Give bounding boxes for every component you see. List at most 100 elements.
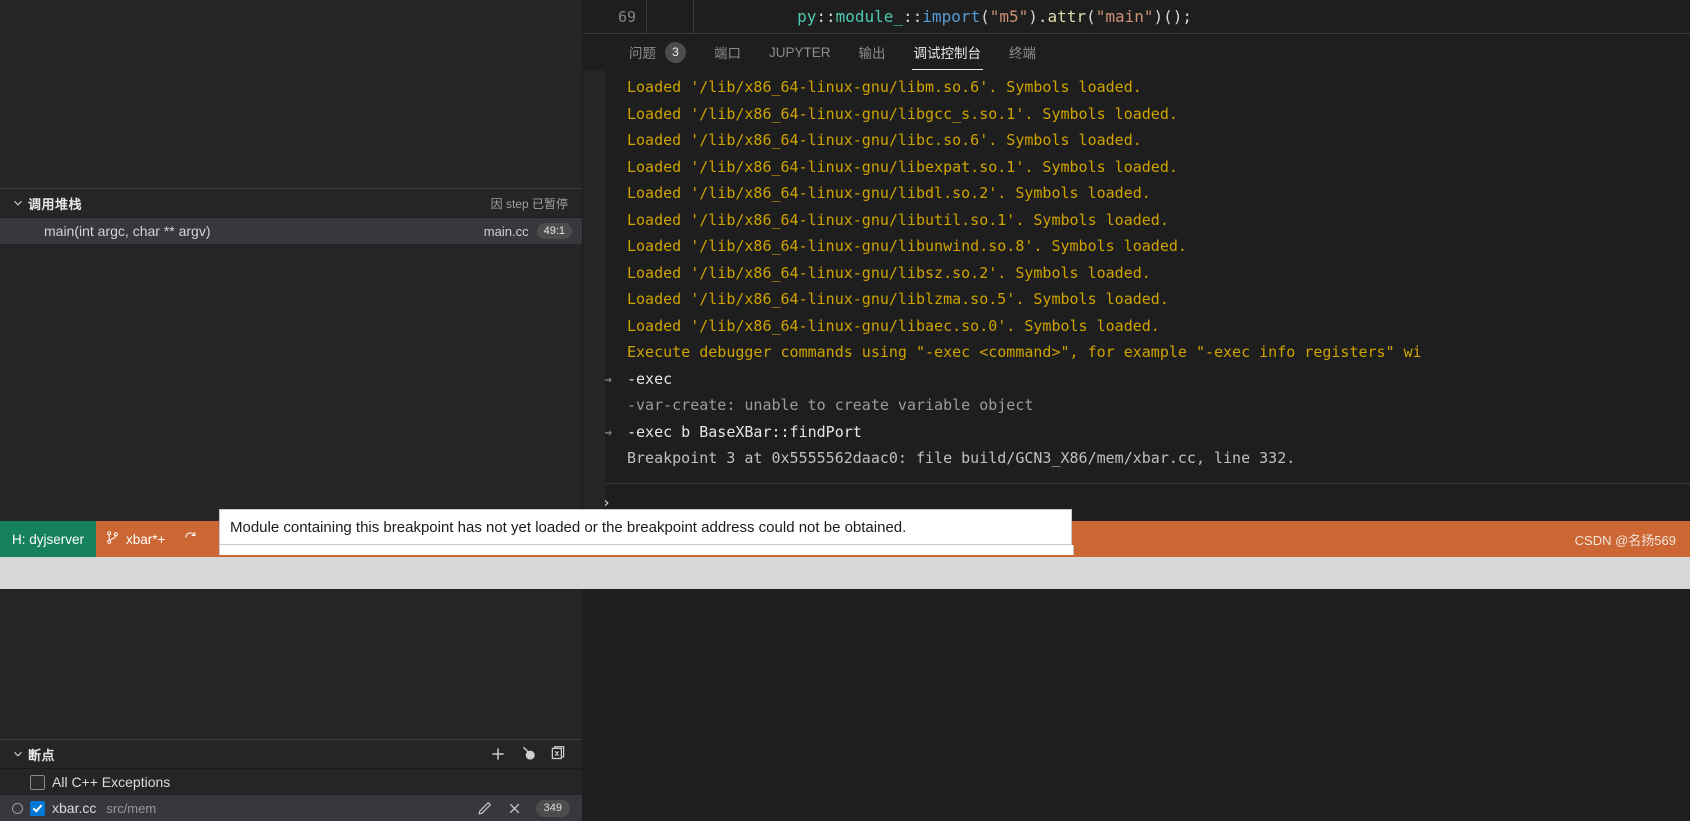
- chevron-down-icon[interactable]: [10, 195, 26, 211]
- console-line-text: Loaded '/lib/x86_64-linux-gnu/libunwind.…: [627, 237, 1187, 256]
- console-line-text: -exec: [627, 369, 673, 388]
- tab-problems[interactable]: 问题 3: [615, 34, 700, 70]
- breakpoint-checkbox[interactable]: [30, 774, 45, 790]
- breakpoints-list: All C++ Exceptions xbar.cc src/mem 349: [0, 769, 582, 821]
- panel-left-gutter: [583, 70, 605, 521]
- console-input-line: → -exec b BaseXBar::findPort: [583, 419, 1690, 446]
- git-branch-icon: [105, 530, 120, 548]
- console-line: Breakpoint 3 at 0x5555562daac0: file bui…: [583, 445, 1690, 472]
- tab-label: JUPYTER: [769, 44, 831, 60]
- editor-line-number: 69: [617, 7, 636, 26]
- console-line-text: Loaded '/lib/x86_64-linux-gnu/libutil.so…: [627, 210, 1169, 229]
- console-line-text: -exec b BaseXBar::findPort: [627, 422, 862, 441]
- console-line: Loaded '/lib/x86_64-linux-gnu/liblzma.so…: [583, 286, 1690, 313]
- console-line-text: Breakpoint 3 at 0x5555562daac0: file bui…: [627, 449, 1296, 468]
- console-line: Loaded '/lib/x86_64-linux-gnu/libgcc_s.s…: [583, 101, 1690, 128]
- csdn-watermark: CSDN @名扬569: [1575, 530, 1690, 549]
- vscode-window: 调用堆栈 因 step 已暂停 main(int argc, char ** a…: [0, 0, 1690, 821]
- console-line-text: Loaded '/lib/x86_64-linux-gnu/libsz.so.2…: [627, 263, 1151, 282]
- console-line: Loaded '/lib/x86_64-linux-gnu/libexpat.s…: [583, 154, 1690, 181]
- console-line: Loaded '/lib/x86_64-linux-gnu/libutil.so…: [583, 207, 1690, 234]
- sync-icon: [183, 530, 198, 548]
- tab-terminal[interactable]: 终端: [995, 34, 1050, 70]
- breakpoint-label: xbar.cc: [52, 800, 97, 816]
- callstack-empty-space: [0, 244, 582, 404]
- debug-sidebar: 调用堆栈 因 step 已暂停 main(int argc, char ** a…: [0, 0, 583, 821]
- tab-label: 端口: [714, 46, 741, 61]
- console-line-text: Loaded '/lib/x86_64-linux-gnu/libgcc_s.s…: [627, 104, 1178, 123]
- sidebar-upper-blank-area: [0, 0, 582, 188]
- console-input-line: → -exec: [583, 366, 1690, 393]
- toggle-activate-breakpoints-icon[interactable]: [518, 744, 538, 764]
- console-input-arrow-icon: →: [603, 369, 613, 388]
- add-breakpoint-icon[interactable]: [488, 744, 508, 764]
- breakpoint-warning-tooltip: Module containing this breakpoint has no…: [219, 509, 1072, 545]
- tab-debug-console[interactable]: 调试控制台: [900, 34, 996, 70]
- editor-and-panel: 69 py::module_::import("m5").attr("main"…: [583, 0, 1690, 521]
- branch-label: xbar*+: [126, 531, 166, 547]
- console-line: -var-create: unable to create variable o…: [583, 392, 1690, 419]
- console-line-text: Loaded '/lib/x86_64-linux-gnu/libaec.so.…: [627, 316, 1160, 335]
- breakpoint-unverified-icon: [12, 802, 23, 814]
- breakpoint-row-actions: 349: [476, 799, 582, 817]
- console-line-text: Loaded '/lib/x86_64-linux-gnu/libexpat.s…: [627, 157, 1178, 176]
- editor-code-line[interactable]: 69 py::module_::import("m5").attr("main"…: [583, 0, 1690, 34]
- breakpoint-label: All C++ Exceptions: [52, 774, 171, 790]
- breakpoint-item-all-cpp-exceptions[interactable]: All C++ Exceptions: [0, 769, 582, 795]
- callstack-section-header[interactable]: 调用堆栈 因 step 已暂停: [0, 188, 582, 218]
- editor-breakpoint-gutter[interactable]: [646, 0, 694, 34]
- console-line-text: -var-create: unable to create variable o…: [627, 396, 1034, 415]
- tab-label: 调试控制台: [913, 46, 982, 61]
- console-line: Loaded '/lib/x86_64-linux-gnu/libaec.so.…: [583, 313, 1690, 340]
- callstack-frame-file: main.cc: [483, 223, 529, 239]
- console-line-text: Loaded '/lib/x86_64-linux-gnu/libm.so.6'…: [627, 78, 1142, 97]
- problems-count-badge: 3: [665, 41, 686, 63]
- tab-label: 终端: [1009, 46, 1037, 61]
- console-line: Loaded '/lib/x86_64-linux-gnu/libsz.so.2…: [583, 260, 1690, 287]
- console-line: Execute debugger commands using "-exec <…: [583, 339, 1690, 366]
- console-line-text: Loaded '/lib/x86_64-linux-gnu/liblzma.so…: [627, 290, 1169, 309]
- callstack-header-right: 因 step 已暂停: [491, 195, 578, 212]
- callstack-title: 调用堆栈: [28, 196, 83, 212]
- console-line-text: Execute debugger commands using "-exec <…: [627, 343, 1422, 362]
- tab-label: 问题: [629, 46, 656, 61]
- tooltip-extension: [219, 545, 1074, 555]
- console-line: Loaded '/lib/x86_64-linux-gnu/libdl.so.2…: [583, 180, 1690, 207]
- remove-breakpoint-icon[interactable]: [506, 799, 524, 817]
- debug-console-output: Loaded '/lib/x86_64-linux-gnu/libm.so.6'…: [583, 70, 1690, 472]
- watermark-text: CSDN @名扬569: [1574, 532, 1676, 548]
- console-line: Loaded '/lib/x86_64-linux-gnu/libm.so.6'…: [583, 74, 1690, 101]
- breakpoints-title: 断点: [28, 747, 56, 763]
- callstack-body: main(int argc, char ** argv) main.cc 49:…: [0, 218, 582, 739]
- console-line: Loaded '/lib/x86_64-linux-gnu/libc.so.6'…: [583, 127, 1690, 154]
- callstack-frame-function: main(int argc, char ** argv): [44, 223, 211, 239]
- breakpoint-item-xbar[interactable]: xbar.cc src/mem 349: [0, 795, 582, 821]
- tab-output[interactable]: 输出: [845, 34, 900, 70]
- status-sync-changes[interactable]: [174, 521, 207, 557]
- breakpoints-section-header[interactable]: 断点: [0, 739, 582, 769]
- chevron-down-icon[interactable]: [10, 746, 26, 762]
- status-remote-indicator[interactable]: H: dyjserver: [0, 521, 97, 557]
- edit-condition-icon[interactable]: [476, 799, 494, 817]
- console-line-text: Loaded '/lib/x86_64-linux-gnu/libc.so.6'…: [627, 131, 1142, 150]
- console-line-text: Loaded '/lib/x86_64-linux-gnu/libdl.so.2…: [627, 184, 1151, 203]
- tab-ports[interactable]: 端口: [700, 34, 755, 70]
- tab-label: 输出: [858, 46, 886, 61]
- breakpoints-header-actions: [488, 744, 578, 764]
- breakpoint-path: src/mem: [106, 800, 157, 816]
- console-line: Loaded '/lib/x86_64-linux-gnu/libunwind.…: [583, 233, 1690, 260]
- pause-reason-label: 因 step 已暂停: [490, 196, 568, 211]
- callstack-frame-location: main.cc 49:1: [484, 223, 572, 239]
- debug-console[interactable]: Loaded '/lib/x86_64-linux-gnu/libm.so.6'…: [583, 70, 1690, 521]
- remove-all-breakpoints-icon[interactable]: [548, 744, 568, 764]
- remote-label: H: dyjserver: [12, 531, 85, 547]
- tooltip-message: Module containing this breakpoint has no…: [230, 518, 907, 536]
- console-input-arrow-icon: →: [603, 422, 613, 441]
- callstack-frame-line-badge: 49:1: [536, 223, 572, 239]
- breakpoint-checkbox[interactable]: [30, 800, 45, 816]
- status-bar-bottom-strip: [0, 557, 1690, 589]
- tab-jupyter[interactable]: JUPYTER: [755, 34, 845, 70]
- status-source-control-branch[interactable]: xbar*+: [96, 521, 174, 557]
- breakpoint-line-badge: 349: [535, 799, 570, 817]
- callstack-frame-row[interactable]: main(int argc, char ** argv) main.cc 49:…: [0, 218, 582, 244]
